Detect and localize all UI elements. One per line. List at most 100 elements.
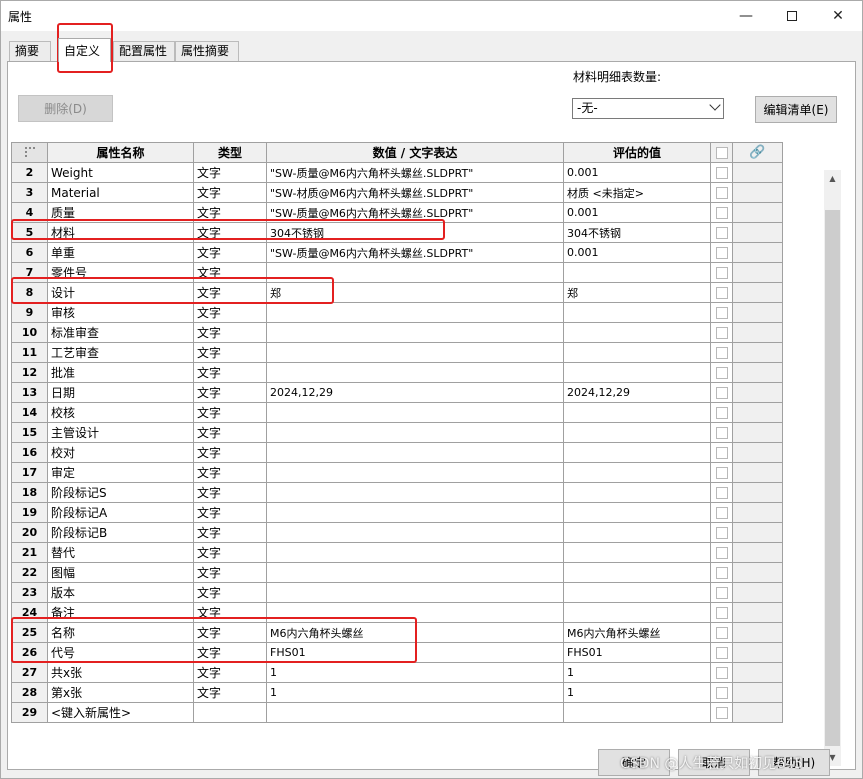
table-row[interactable]: 27 共x张 文字 1 1 <box>11 662 783 683</box>
cell-name[interactable]: 主管设计 <box>47 422 194 443</box>
row-checkbox[interactable] <box>715 247 728 259</box>
cell-checkbox[interactable] <box>710 382 733 403</box>
row-checkbox[interactable] <box>715 567 728 579</box>
cell-name[interactable]: <键入新属性> <box>47 702 194 723</box>
cell-value[interactable] <box>266 482 564 503</box>
row-checkbox[interactable] <box>715 707 728 719</box>
cell-checkbox[interactable] <box>710 542 733 563</box>
cell-name[interactable]: 审定 <box>47 462 194 483</box>
cell-value[interactable]: 1 <box>266 662 564 683</box>
cell-value[interactable] <box>266 322 564 343</box>
cell-name[interactable]: 阶段标记S <box>47 482 194 503</box>
cell-checkbox[interactable] <box>710 222 733 243</box>
table-row[interactable]: 22 图幅 文字 <box>11 562 783 583</box>
cell-type[interactable]: 文字 <box>193 422 267 443</box>
cell-value[interactable]: "SW-质量@M6内六角杯头螺丝.SLDPRT" <box>266 242 564 263</box>
cell-name[interactable]: 版本 <box>47 582 194 603</box>
cell-value[interactable]: "SW-材质@M6内六角杯头螺丝.SLDPRT" <box>266 182 564 203</box>
cell-value[interactable] <box>266 542 564 563</box>
table-row[interactable]: 28 第x张 文字 1 1 <box>11 682 783 703</box>
table-row[interactable]: 12 批准 文字 <box>11 362 783 383</box>
table-row[interactable]: 29 <键入新属性> <box>11 702 783 723</box>
cell-value[interactable] <box>266 702 564 723</box>
cell-type[interactable]: 文字 <box>193 322 267 343</box>
cell-name[interactable]: 批准 <box>47 362 194 383</box>
table-row[interactable]: 20 阶段标记B 文字 <box>11 522 783 543</box>
cell-value[interactable] <box>266 502 564 523</box>
cell-checkbox[interactable] <box>710 242 733 263</box>
minimize-button[interactable]: — <box>723 1 769 31</box>
table-row[interactable]: 17 审定 文字 <box>11 462 783 483</box>
table-row[interactable]: 2 Weight 文字 "SW-质量@M6内六角杯头螺丝.SLDPRT" 0.001 <box>11 162 783 183</box>
table-row[interactable]: 3 Material 文字 "SW-材质@M6内六角杯头螺丝.SLDPRT" 材质 <未… <box>11 182 783 203</box>
scroll-up-icon[interactable]: ▲ <box>824 170 841 187</box>
row-checkbox[interactable] <box>715 527 728 539</box>
col-header-eval[interactable]: 评估的值 <box>563 142 711 163</box>
row-checkbox[interactable] <box>715 667 728 679</box>
cell-checkbox[interactable] <box>710 622 733 643</box>
cell-name[interactable]: 工艺审查 <box>47 342 194 363</box>
cell-checkbox[interactable] <box>710 302 733 323</box>
cell-type[interactable]: 文字 <box>193 402 267 423</box>
cell-checkbox[interactable] <box>710 322 733 343</box>
cell-checkbox[interactable] <box>710 642 733 663</box>
table-row[interactable]: 23 版本 文字 <box>11 582 783 603</box>
row-checkbox[interactable] <box>715 387 728 399</box>
row-checkbox[interactable] <box>715 467 728 479</box>
table-row[interactable]: 14 校核 文字 <box>11 402 783 423</box>
row-checkbox[interactable] <box>715 347 728 359</box>
row-checkbox[interactable] <box>715 427 728 439</box>
row-checkbox[interactable] <box>715 367 728 379</box>
edit-list-button[interactable]: 编辑清单(E) <box>755 96 837 123</box>
cell-name[interactable]: 校对 <box>47 442 194 463</box>
cell-value[interactable]: 1 <box>266 682 564 703</box>
cell-value[interactable] <box>266 582 564 603</box>
table-row[interactable]: 16 校对 文字 <box>11 442 783 463</box>
cell-type[interactable]: 文字 <box>193 542 267 563</box>
cell-checkbox[interactable] <box>710 482 733 503</box>
row-checkbox[interactable] <box>715 167 728 179</box>
cell-checkbox[interactable] <box>710 282 733 303</box>
col-header-check[interactable] <box>710 142 733 163</box>
table-row[interactable]: 11 工艺审查 文字 <box>11 342 783 363</box>
cell-type[interactable]: 文字 <box>193 442 267 463</box>
cell-value[interactable]: "SW-质量@M6内六角杯头螺丝.SLDPRT" <box>266 162 564 183</box>
cell-name[interactable]: Material <box>47 182 194 203</box>
cell-type[interactable] <box>193 702 267 723</box>
row-checkbox[interactable] <box>715 647 728 659</box>
tab-properties-summary[interactable]: 属性摘要 <box>175 41 239 61</box>
row-checkbox[interactable] <box>715 627 728 639</box>
cell-name[interactable]: 替代 <box>47 542 194 563</box>
cell-value[interactable] <box>266 462 564 483</box>
maximize-button[interactable] <box>769 1 815 31</box>
tab-summary[interactable]: 摘要 <box>9 41 51 61</box>
cell-checkbox[interactable] <box>710 182 733 203</box>
cell-type[interactable]: 文字 <box>193 682 267 703</box>
cell-checkbox[interactable] <box>710 562 733 583</box>
cell-checkbox[interactable] <box>710 202 733 223</box>
delete-button[interactable]: 删除(D) <box>18 95 113 122</box>
row-checkbox[interactable] <box>715 507 728 519</box>
col-header-value[interactable]: 数值 / 文字表达 <box>266 142 564 163</box>
row-checkbox[interactable] <box>715 407 728 419</box>
row-checkbox[interactable] <box>715 187 728 199</box>
row-checkbox[interactable] <box>715 267 728 279</box>
bom-quantity-select[interactable]: -无- <box>572 98 724 119</box>
col-header-type[interactable]: 类型 <box>193 142 267 163</box>
table-row[interactable]: 18 阶段标记S 文字 <box>11 482 783 503</box>
cell-type[interactable]: 文字 <box>193 362 267 383</box>
cell-value[interactable] <box>266 362 564 383</box>
table-row[interactable]: 13 日期 文字 2024,12,29 2024,12,29 <box>11 382 783 403</box>
vertical-scrollbar[interactable]: ▲ ▼ <box>824 170 841 766</box>
cell-name[interactable]: 共x张 <box>47 662 194 683</box>
cell-value[interactable]: 2024,12,29 <box>266 382 564 403</box>
select-all-corner[interactable] <box>11 142 48 163</box>
cell-type[interactable]: 文字 <box>193 502 267 523</box>
cell-checkbox[interactable] <box>710 602 733 623</box>
cell-checkbox[interactable] <box>710 522 733 543</box>
cell-type[interactable]: 文字 <box>193 522 267 543</box>
cell-name[interactable]: 校核 <box>47 402 194 423</box>
cell-checkbox[interactable] <box>710 462 733 483</box>
cell-checkbox[interactable] <box>710 442 733 463</box>
col-header-name[interactable]: 属性名称 <box>47 142 194 163</box>
